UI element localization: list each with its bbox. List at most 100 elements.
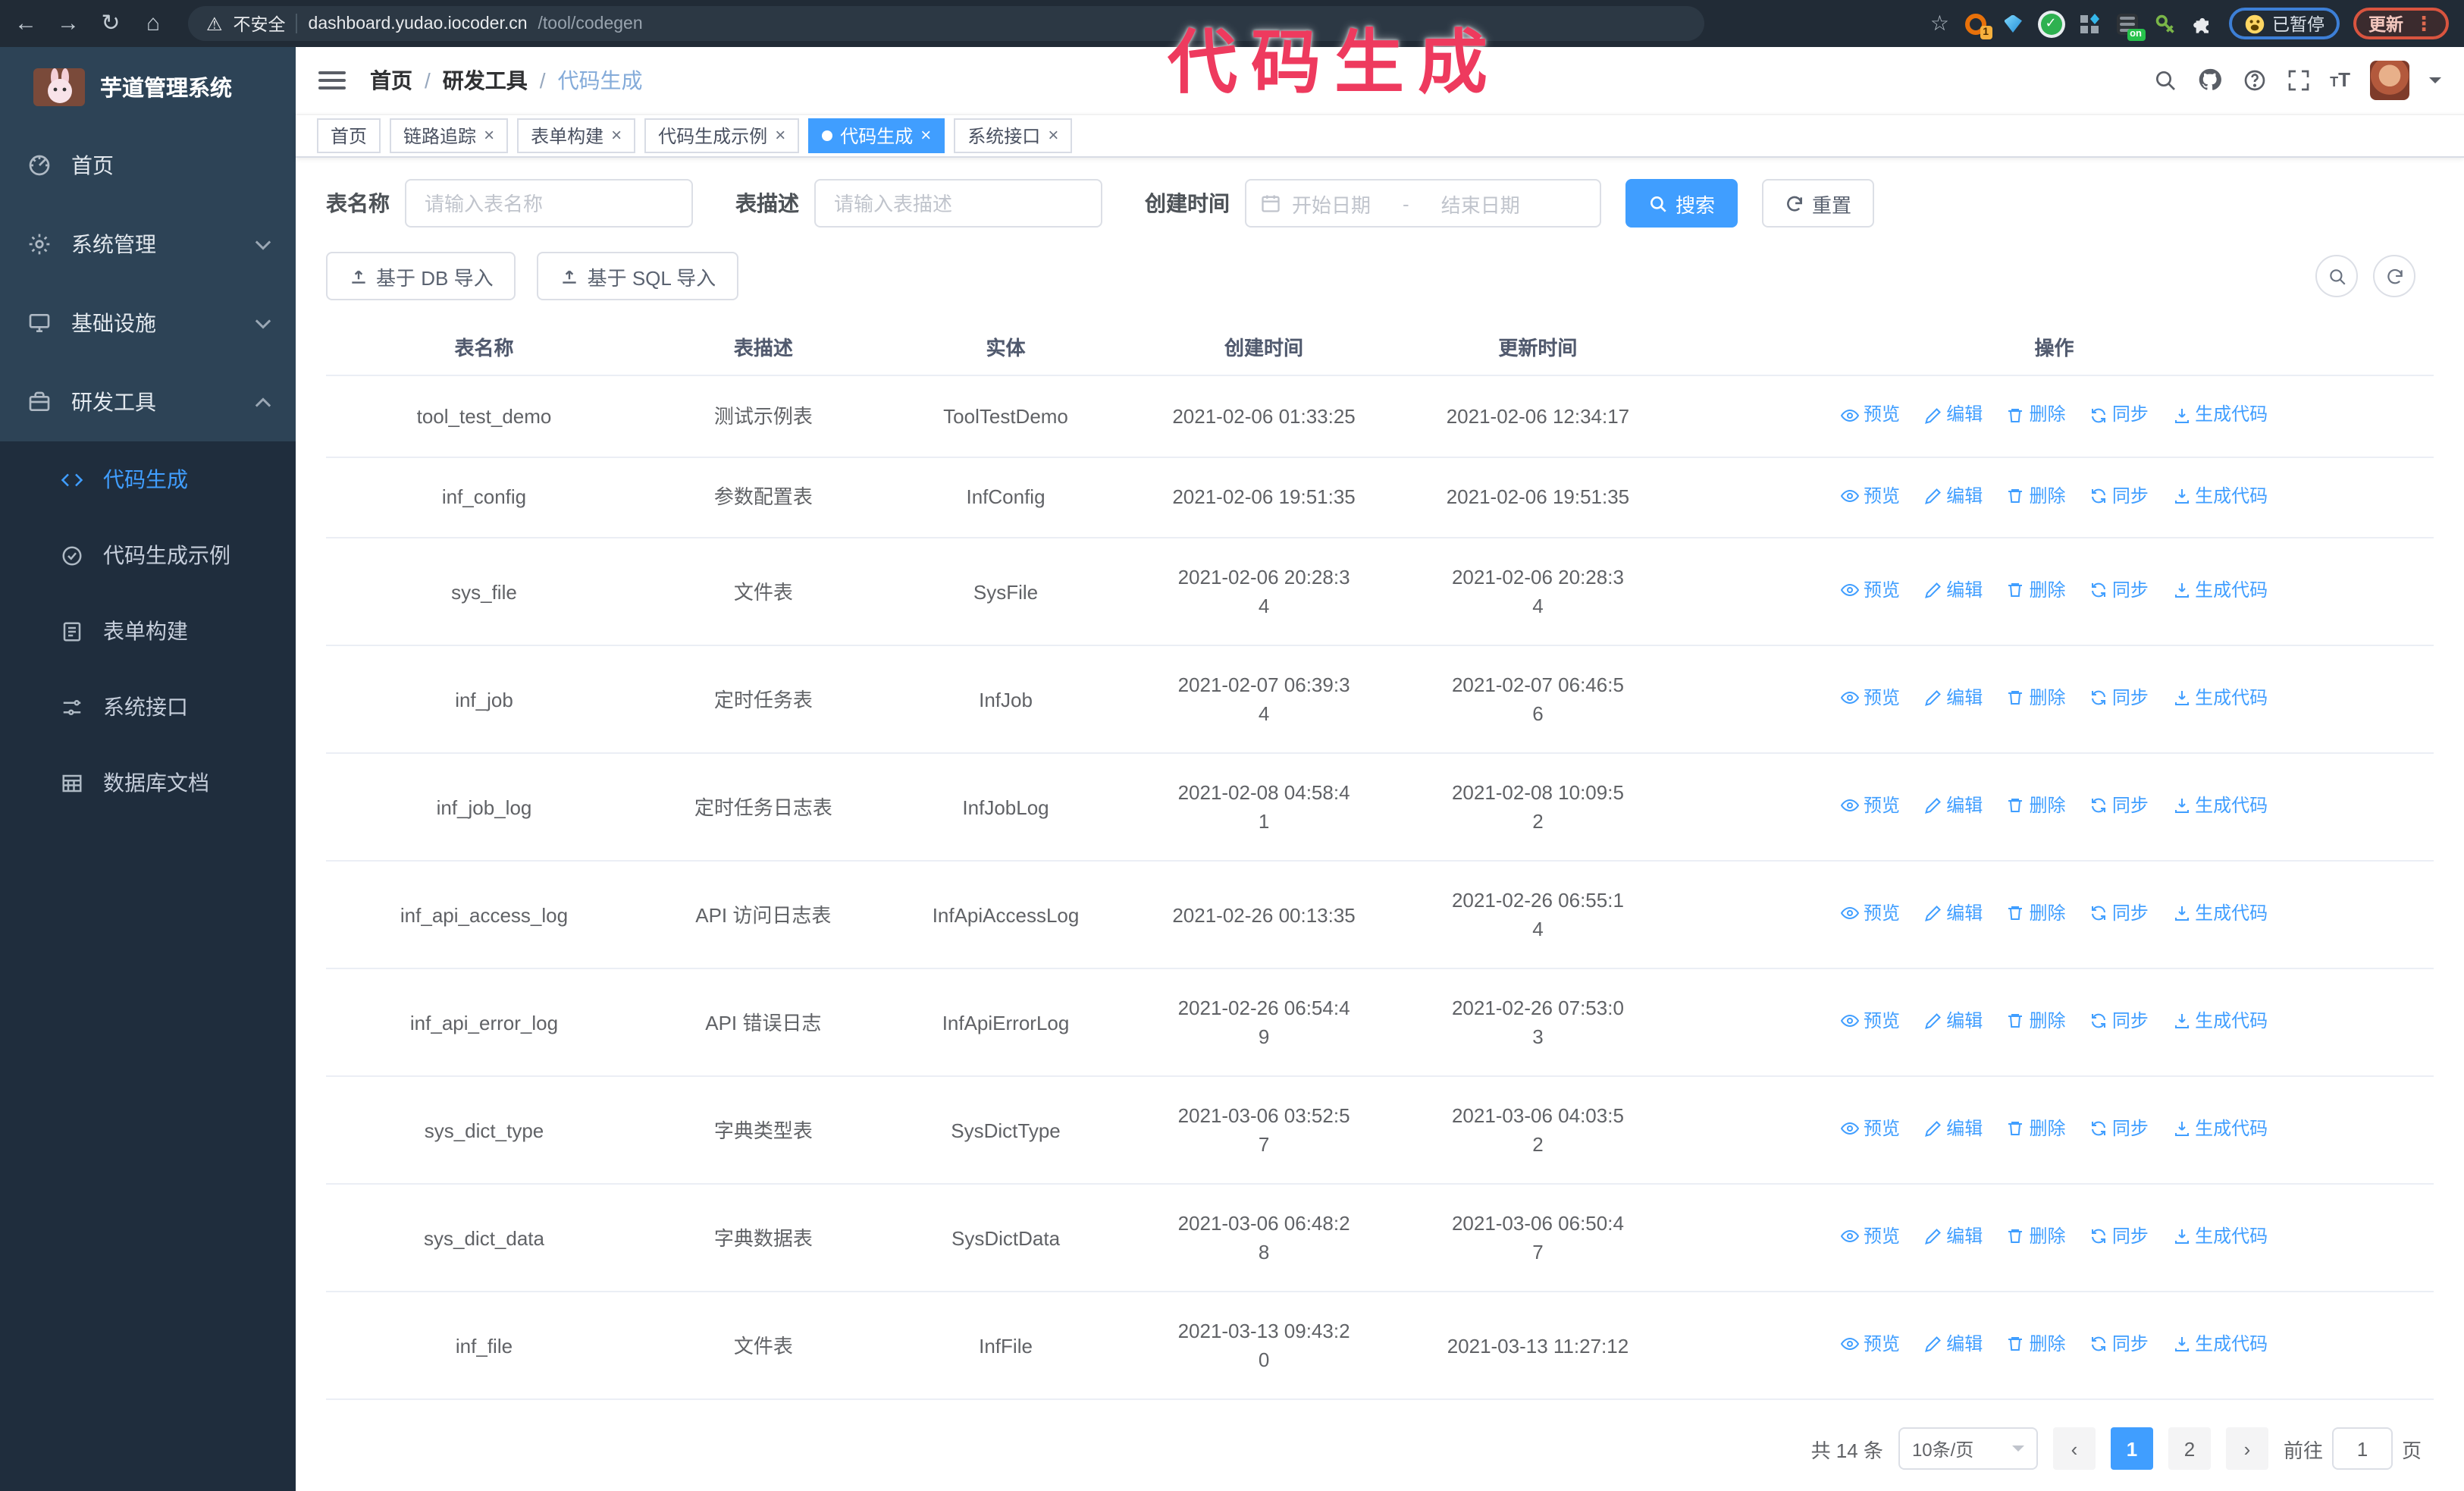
edit-link[interactable]: 编辑 xyxy=(1923,1330,1983,1359)
close-icon[interactable]: × xyxy=(1048,125,1058,146)
fullscreen-icon[interactable] xyxy=(2286,68,2310,93)
font-size-icon[interactable]: TT xyxy=(2330,69,2350,92)
sync-link[interactable]: 同步 xyxy=(2089,400,2149,429)
table-name-input[interactable] xyxy=(405,179,693,228)
hamburger-icon[interactable] xyxy=(318,71,346,89)
generate-code-link[interactable]: 生成代码 xyxy=(2172,1223,2268,1251)
edit-link[interactable]: 编辑 xyxy=(1923,1115,1983,1144)
close-icon[interactable]: × xyxy=(611,125,622,146)
sync-link[interactable]: 同步 xyxy=(2089,684,2149,713)
sidebar-item-db-doc[interactable]: 数据库文档 xyxy=(0,745,296,821)
sync-link[interactable]: 同步 xyxy=(2089,482,2149,510)
breadcrumb-home[interactable]: 首页 xyxy=(370,65,412,96)
next-page-button[interactable]: › xyxy=(2225,1427,2268,1470)
edit-link[interactable]: 编辑 xyxy=(1923,899,1983,928)
browser-reload-icon[interactable]: ↻ xyxy=(97,12,124,35)
close-icon[interactable]: × xyxy=(920,125,931,146)
generate-code-link[interactable]: 生成代码 xyxy=(2172,684,2268,713)
sync-link[interactable]: 同步 xyxy=(2089,1330,2149,1359)
date-range-picker[interactable]: 开始日期 - 结束日期 xyxy=(1245,179,1601,228)
edit-link[interactable]: 编辑 xyxy=(1923,1223,1983,1251)
delete-link[interactable]: 删除 xyxy=(2007,482,2066,510)
goto-page-input[interactable] xyxy=(2331,1427,2393,1470)
user-avatar[interactable] xyxy=(2370,60,2409,100)
extension-grid-icon[interactable] xyxy=(2077,11,2101,36)
prev-page-button[interactable]: ‹ xyxy=(2052,1427,2096,1470)
page-size-select[interactable]: 10条/页 xyxy=(1898,1427,2038,1470)
sync-link[interactable]: 同步 xyxy=(2089,899,2149,928)
generate-code-link[interactable]: 生成代码 xyxy=(2172,1115,2268,1144)
search-button[interactable]: 搜索 xyxy=(1625,179,1738,228)
page-button-2[interactable]: 2 xyxy=(2168,1427,2211,1470)
import-sql-button[interactable]: 基于 SQL 导入 xyxy=(537,252,739,300)
tab-tracing[interactable]: 链路追踪 × xyxy=(390,118,509,153)
sync-link[interactable]: 同步 xyxy=(2089,1007,2149,1036)
import-db-button[interactable]: 基于 DB 导入 xyxy=(326,252,516,300)
sync-link[interactable]: 同步 xyxy=(2089,1223,2149,1251)
edit-link[interactable]: 编辑 xyxy=(1923,684,1983,713)
edit-link[interactable]: 编辑 xyxy=(1923,400,1983,429)
tab-codegen[interactable]: 代码生成 × xyxy=(808,118,945,153)
sidebar-item-codegen[interactable]: 代码生成 xyxy=(0,441,296,517)
generate-code-link[interactable]: 生成代码 xyxy=(2172,576,2268,605)
sync-link[interactable]: 同步 xyxy=(2089,576,2149,605)
extension-gem-icon[interactable] xyxy=(2001,11,2025,36)
generate-code-link[interactable]: 生成代码 xyxy=(2172,792,2268,821)
preview-link[interactable]: 预览 xyxy=(1840,1007,1900,1036)
sidebar-item-api[interactable]: 系统接口 xyxy=(0,669,296,745)
extension-check-icon[interactable]: ✓ xyxy=(2039,11,2063,36)
delete-link[interactable]: 删除 xyxy=(2007,1007,2066,1036)
preview-link[interactable]: 预览 xyxy=(1840,684,1900,713)
generate-code-link[interactable]: 生成代码 xyxy=(2172,482,2268,510)
update-button[interactable]: 更新 ⋮ xyxy=(2353,8,2449,39)
preview-link[interactable]: 预览 xyxy=(1840,1330,1900,1359)
sync-link[interactable]: 同步 xyxy=(2089,1115,2149,1144)
close-icon[interactable]: × xyxy=(775,125,785,146)
sidebar-item-system[interactable]: 系统管理 xyxy=(0,205,296,284)
browser-back-icon[interactable]: ← xyxy=(12,12,39,35)
github-icon[interactable] xyxy=(2196,67,2222,93)
edit-link[interactable]: 编辑 xyxy=(1923,576,1983,605)
sidebar-item-infra[interactable]: 基础设施 xyxy=(0,284,296,363)
generate-code-link[interactable]: 生成代码 xyxy=(2172,899,2268,928)
browser-forward-icon[interactable]: → xyxy=(55,12,82,35)
edit-link[interactable]: 编辑 xyxy=(1923,792,1983,821)
delete-link[interactable]: 删除 xyxy=(2007,400,2066,429)
sync-link[interactable]: 同步 xyxy=(2089,792,2149,821)
toggle-search-button[interactable] xyxy=(2315,255,2358,297)
reset-button[interactable]: 重置 xyxy=(1762,179,1875,228)
delete-link[interactable]: 删除 xyxy=(2007,1223,2066,1251)
breadcrumb-devtools[interactable]: 研发工具 xyxy=(443,65,528,96)
sidebar-item-devtools[interactable]: 研发工具 xyxy=(0,363,296,441)
delete-link[interactable]: 删除 xyxy=(2007,576,2066,605)
address-bar[interactable]: ⚠ 不安全 dashboard.yudao.iocoder.cn/tool/co… xyxy=(188,6,1704,41)
tab-home[interactable]: 首页 xyxy=(317,118,381,153)
preview-link[interactable]: 预览 xyxy=(1840,1115,1900,1144)
help-icon[interactable] xyxy=(2242,68,2266,93)
app-logo[interactable]: 芋道管理系统 xyxy=(0,47,296,126)
browser-menu-icon[interactable]: ⋮ xyxy=(2414,11,2434,36)
search-icon[interactable] xyxy=(2152,68,2177,93)
delete-link[interactable]: 删除 xyxy=(2007,792,2066,821)
generate-code-link[interactable]: 生成代码 xyxy=(2172,1007,2268,1036)
delete-link[interactable]: 删除 xyxy=(2007,899,2066,928)
preview-link[interactable]: 预览 xyxy=(1840,1223,1900,1251)
preview-link[interactable]: 预览 xyxy=(1840,482,1900,510)
generate-code-link[interactable]: 生成代码 xyxy=(2172,1330,2268,1359)
preview-link[interactable]: 预览 xyxy=(1840,899,1900,928)
edit-link[interactable]: 编辑 xyxy=(1923,1007,1983,1036)
edit-link[interactable]: 编辑 xyxy=(1923,482,1983,510)
generate-code-link[interactable]: 生成代码 xyxy=(2172,400,2268,429)
delete-link[interactable]: 删除 xyxy=(2007,1330,2066,1359)
page-button-1[interactable]: 1 xyxy=(2110,1427,2153,1470)
table-desc-input[interactable] xyxy=(814,179,1102,228)
refresh-table-button[interactable] xyxy=(2373,255,2415,297)
bookmark-star-icon[interactable]: ☆ xyxy=(1930,11,1949,36)
delete-link[interactable]: 删除 xyxy=(2007,1115,2066,1144)
extension-orange-icon[interactable]: 1 xyxy=(1963,11,1992,39)
browser-home-icon[interactable]: ⌂ xyxy=(140,12,167,35)
sidebar-item-codegen-demo[interactable]: 代码生成示例 xyxy=(0,517,296,593)
preview-link[interactable]: 预览 xyxy=(1840,400,1900,429)
user-menu-caret-icon[interactable] xyxy=(2429,77,2441,89)
extension-puzzle-icon[interactable] xyxy=(2190,11,2215,36)
